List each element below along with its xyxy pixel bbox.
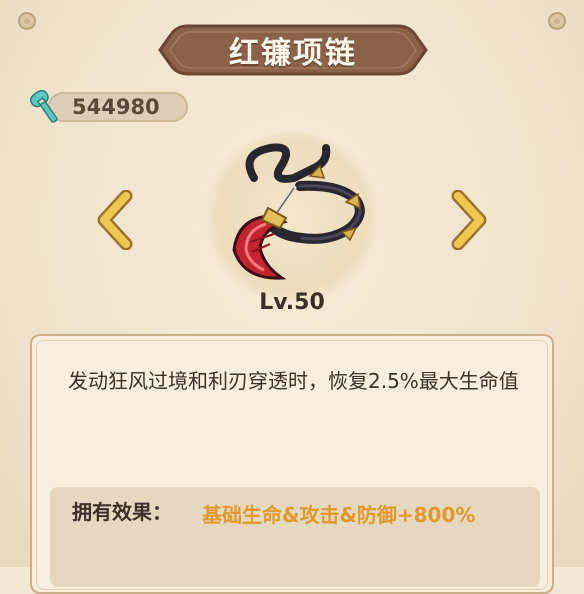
red-sickle-necklace-icon	[232, 143, 365, 280]
corner-stud-top-left	[18, 12, 36, 30]
item-level: Lv.50	[259, 290, 325, 315]
currency-display: 544980	[26, 90, 188, 124]
chevron-right-icon	[451, 189, 487, 251]
next-item-button[interactable]	[448, 189, 488, 251]
prev-item-button[interactable]	[96, 189, 136, 251]
chevron-left-icon	[97, 189, 133, 251]
effect-value: 基础生命&攻击&防御+800%	[202, 503, 476, 527]
item-title: 红镰项链	[229, 36, 357, 71]
corner-stud-top-right	[548, 12, 566, 30]
wrench-icon	[29, 90, 58, 123]
item-description: 发动狂风过境和利刃穿透时，恢复2.5%最大生命值	[68, 369, 519, 393]
title-banner: 红镰项链	[158, 22, 428, 78]
currency-value: 544980	[72, 95, 160, 119]
effect-label: 拥有效果：	[72, 500, 172, 524]
